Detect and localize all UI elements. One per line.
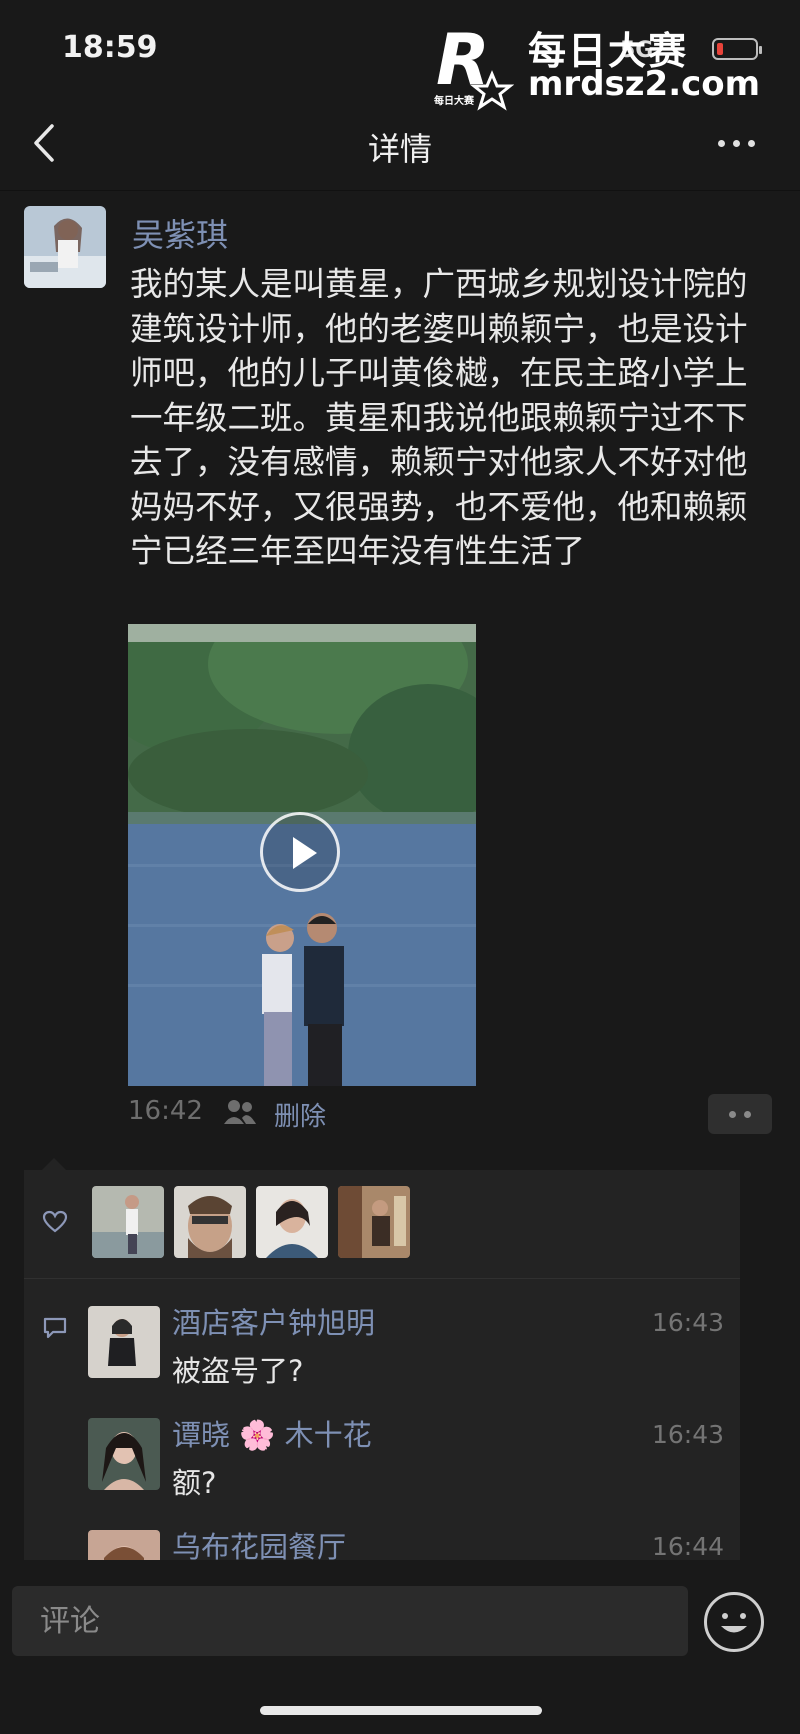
more-dots-icon bbox=[729, 1110, 736, 1118]
emoji-icon bbox=[721, 1613, 747, 1633]
comment-text: 被盗号了? bbox=[172, 1354, 304, 1388]
comment-time: 16:43 bbox=[652, 1308, 725, 1337]
watermark-logo-small: 每日大赛 bbox=[434, 94, 475, 107]
comment-text: 额? bbox=[172, 1466, 217, 1500]
panel-caret bbox=[42, 1158, 66, 1170]
panel-separator bbox=[24, 1278, 740, 1279]
status-time: 18:59 bbox=[62, 30, 158, 65]
like-avatar[interactable] bbox=[256, 1186, 328, 1258]
play-button[interactable] bbox=[260, 812, 340, 892]
post-text: 我的某人是叫黄星，广西城乡规划设计院的建筑设计师，他的老婆叫赖颖宁，也是设计师吧… bbox=[130, 265, 748, 570]
like-avatar[interactable] bbox=[338, 1186, 410, 1258]
nav-divider bbox=[0, 190, 800, 191]
like-avatar[interactable] bbox=[174, 1186, 246, 1258]
post-timestamp: 16:42 bbox=[128, 1096, 203, 1126]
home-indicator bbox=[260, 1706, 542, 1715]
comment-author[interactable]: 酒店客户钟旭明 bbox=[172, 1300, 375, 1342]
battery-level bbox=[717, 43, 723, 55]
like-avatar[interactable] bbox=[92, 1186, 164, 1258]
watermark-url: mrdsz2.com bbox=[528, 64, 761, 104]
emoji-button[interactable] bbox=[704, 1592, 764, 1652]
delete-link[interactable]: 删除 bbox=[274, 1096, 326, 1133]
comment-avatar[interactable] bbox=[88, 1418, 160, 1490]
comment-author-name: 谭晓 bbox=[172, 1418, 231, 1452]
comment-author-suffix: 木十花 bbox=[284, 1418, 372, 1452]
play-icon bbox=[293, 837, 317, 869]
post-action-button[interactable] bbox=[708, 1094, 772, 1134]
author-avatar[interactable] bbox=[24, 206, 106, 288]
comment-time: 16:44 bbox=[652, 1532, 725, 1561]
comment-author[interactable]: 谭晓 🌸 木十花 bbox=[172, 1412, 372, 1454]
flower-emoji: 🌸 bbox=[239, 1418, 276, 1452]
battery-icon bbox=[712, 38, 762, 60]
comment-icon bbox=[43, 1317, 67, 1339]
friends-icon bbox=[224, 1100, 256, 1124]
page-title: 详情 bbox=[367, 130, 432, 168]
more-button[interactable] bbox=[718, 128, 768, 158]
heart-outline-icon bbox=[42, 1210, 68, 1233]
comment-time: 16:43 bbox=[652, 1420, 725, 1449]
comment-avatar[interactable] bbox=[88, 1306, 160, 1378]
watermark-logo-letter: R bbox=[436, 20, 490, 101]
watermark-logo: R 每日大赛 bbox=[434, 20, 514, 111]
author-name[interactable]: 吴紫琪 bbox=[132, 210, 228, 256]
comment-input[interactable] bbox=[12, 1586, 688, 1656]
more-horizontal-icon bbox=[718, 139, 725, 147]
